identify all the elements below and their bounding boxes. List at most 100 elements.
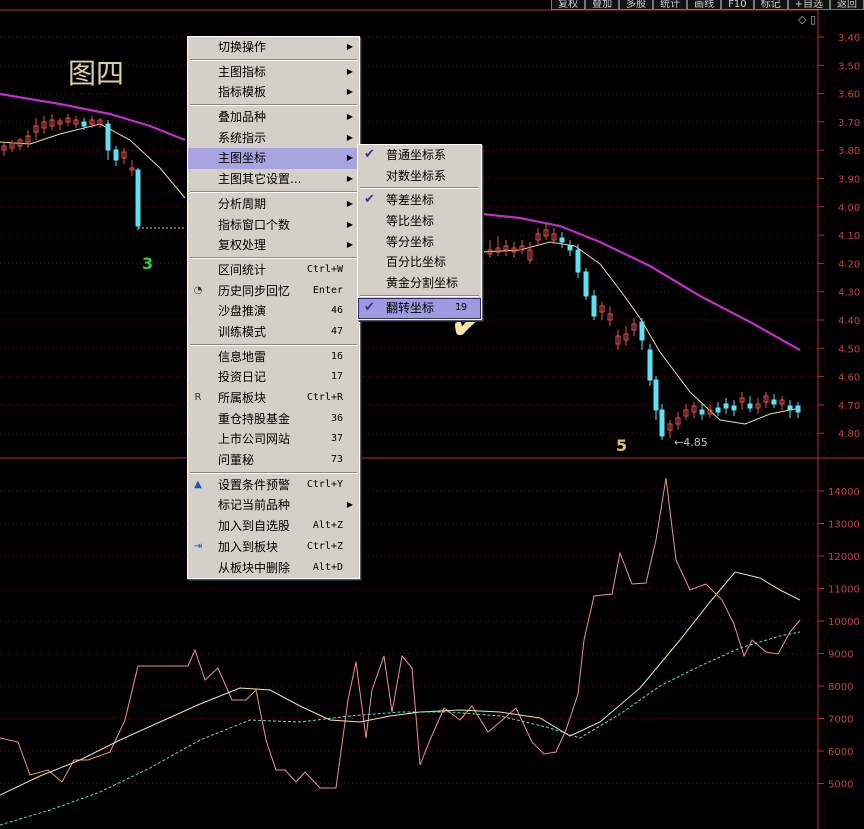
menu-item-g3-2[interactable]: 主图坐标 ▶ xyxy=(188,148,359,170)
submenu-item-g1-1[interactable]: 对数坐标系 xyxy=(358,166,481,187)
submenu-arrow-icon: ▶ xyxy=(346,42,353,51)
volume-tick-label: 11000 xyxy=(828,585,860,596)
menu-shortcut: Alt+D xyxy=(312,561,343,573)
volume-line xyxy=(0,477,801,789)
submenu-item-g2-1[interactable]: 等比坐标 xyxy=(358,211,481,232)
volume-tick-label: 6000 xyxy=(828,747,853,758)
price-tick-label: 3.50 xyxy=(838,61,860,72)
volume-tick-label: 9000 xyxy=(828,650,853,661)
menu-item-g4-0[interactable]: 分析周期 ▶ xyxy=(188,194,359,215)
menu-separator xyxy=(360,294,479,297)
chart-canvas[interactable]: 3.40 3.50 3.60 3.70 3.80 3.90 4.00 4.10 4.20 4.30… xyxy=(0,0,864,829)
checkmark-icon: ✔ xyxy=(364,299,375,315)
toolbar-button[interactable]: 标记 xyxy=(753,0,788,10)
menu-item-g5-3[interactable]: 训练模式 47 xyxy=(188,322,359,343)
submenu-item-g1-0[interactable]: ✔ 普通坐标系 xyxy=(358,145,481,166)
toolbar-button[interactable]: 统计 xyxy=(653,0,688,10)
menu-item-label: 区间统计 xyxy=(218,262,267,277)
menu-item-g2-0[interactable]: 主图指标 ▶ xyxy=(188,62,359,83)
menu-item-g5-0[interactable]: 区间统计 Ctrl+W xyxy=(188,260,359,281)
candle-body xyxy=(723,403,729,409)
menu-item-label: 对数坐标系 xyxy=(386,168,447,183)
price-tick-label: 4.70 xyxy=(838,401,860,412)
submenu-item-g2-2[interactable]: 等分坐标 xyxy=(358,232,481,253)
coordinate-submenu: ✔ 普通坐标系对数坐标系 ✔ 等差坐标 等比坐标等分坐标百分比坐标 黄金分割坐标 ✔ 翻转坐标… xyxy=(357,144,482,320)
window-control-icons[interactable]: ◇ ▯ xyxy=(798,13,816,26)
menu-separator xyxy=(190,58,357,61)
submenu-arrow-icon: ▶ xyxy=(346,219,353,229)
menu-item-g3-3[interactable]: 主图其它设置... ▶ xyxy=(188,169,359,190)
menu-shortcut: 17 xyxy=(330,371,343,383)
menu-item-label: 分析周期 xyxy=(218,196,267,211)
menu-item-g7-1[interactable]: 标记当前品种 ▶ xyxy=(188,495,359,516)
menu-item-label: 加入到板块 xyxy=(218,539,279,554)
toolbar-button[interactable]: 多股 xyxy=(619,0,654,10)
submenu-arrow-icon: ▶ xyxy=(346,87,353,97)
candle-body xyxy=(567,245,573,251)
volume-tick-label: 10000 xyxy=(828,617,860,628)
menu-item-g7-3[interactable]: ⇥ 加入到板块 Ctrl+Z xyxy=(188,537,359,558)
menu-item-g6-1[interactable]: 投资日记 17 xyxy=(188,367,359,388)
menu-item-label: 沙盘推演 xyxy=(218,304,267,319)
toolbar-button[interactable]: 画线 xyxy=(687,0,722,10)
checkmark-icon: ✔ xyxy=(364,147,375,162)
menu-item-label: 重仓持股基金 xyxy=(218,411,291,426)
menu-item-label: 主图指标 xyxy=(218,64,267,79)
candle-body xyxy=(699,409,705,415)
menu-item-g6-3[interactable]: 重仓持股基金 36 xyxy=(188,409,359,430)
menu-item-g2-1[interactable]: 指标模板 ▶ xyxy=(188,82,359,103)
menu-item-g7-2[interactable]: 加入到自选股 Alt+Z xyxy=(188,516,359,537)
volume-tick-label: 14000 xyxy=(828,487,860,498)
candle-body xyxy=(715,407,721,413)
submenu-arrow-icon: ▶ xyxy=(346,66,353,76)
candle-body xyxy=(747,403,753,409)
menu-separator xyxy=(190,104,357,107)
menu-item-g7-0[interactable]: ▲ 设置条件预警 Ctrl+Y xyxy=(188,475,359,496)
menu-item-label: 等分坐标 xyxy=(386,234,435,249)
submenu-item-g2-4[interactable]: 黄金分割坐标 xyxy=(358,273,481,294)
menu-item-g7-4[interactable]: 从板块中删除 Alt+D xyxy=(188,558,359,579)
menu-item-g4-1[interactable]: 指标窗口个数 ▶ xyxy=(188,215,359,236)
menu-item-g6-5[interactable]: 问董秘 73 xyxy=(188,450,359,471)
candle-body xyxy=(113,149,119,161)
price-tick-label: 3.40 xyxy=(838,33,860,44)
price-tick-label: 3.70 xyxy=(838,118,860,129)
menu-item-label: 指标模板 xyxy=(218,85,267,100)
menu-item-label: 普通坐标系 xyxy=(386,148,447,162)
price-tick-label: 4.30 xyxy=(838,288,860,299)
menu-shortcut: Enter xyxy=(312,284,343,296)
toolbar-button[interactable]: F10 xyxy=(721,0,754,10)
menu-item-g5-2[interactable]: 沙盘推演 46 xyxy=(188,301,359,322)
menu-item-g4-2[interactable]: 复权处理 ▶ xyxy=(188,235,359,256)
candle-body xyxy=(575,249,581,273)
submenu-arrow-icon: ▶ xyxy=(346,240,353,250)
menu-item-g6-2[interactable]: R 所属板块 Ctrl+R xyxy=(188,388,359,409)
menu-item-g3-0[interactable]: 叠加品种 ▶ xyxy=(188,107,359,128)
price-axis: 3.40 3.50 3.60 3.70 3.80 3.90 4.00 4.10 4.20 4.30… xyxy=(818,33,860,440)
menu-separator xyxy=(190,343,357,346)
price-tick-label: 4.10 xyxy=(838,231,860,242)
menu-item-g5-1[interactable]: ◔ 历史同步回忆 Enter xyxy=(188,281,359,302)
menu-item-label: 设置条件预警 xyxy=(218,477,291,492)
menu-shortcut: 47 xyxy=(330,325,343,337)
menu-item-label: 标记当前品种 xyxy=(218,498,291,513)
submenu-item-g2-3[interactable]: 百分比坐标 xyxy=(358,252,481,273)
menu-shortcut: 36 xyxy=(330,412,343,424)
menu-item-g6-0[interactable]: 信息地雷 16 xyxy=(188,347,359,368)
menu-item-label: 训练模式 xyxy=(218,324,267,339)
menu-item-g1-0[interactable]: 切换操作 ▶ xyxy=(188,37,359,58)
candle-body xyxy=(795,405,801,413)
toolbar-button[interactable]: +自选 xyxy=(787,0,830,10)
alert-icon: ▲ xyxy=(194,478,202,490)
submenu-item-g3-0[interactable]: ✔ 翻转坐标 19 xyxy=(358,297,481,319)
toolbar-button[interactable]: 叠加 xyxy=(585,0,620,10)
toolbar-button[interactable]: 返回 xyxy=(830,0,864,10)
candle-body xyxy=(81,121,87,127)
clock-icon: ◔ xyxy=(193,284,203,296)
menu-item-g6-4[interactable]: 上市公司网站 37 xyxy=(188,429,359,450)
submenu-arrow-icon: ▶ xyxy=(346,174,353,184)
toolbar-button[interactable]: 复权 xyxy=(551,0,586,10)
price-tick-label: 3.80 xyxy=(838,146,860,157)
menu-item-g3-1[interactable]: 系统指示 ▶ xyxy=(188,128,359,149)
submenu-item-g2-0[interactable]: ✔ 等差坐标 xyxy=(358,190,481,211)
